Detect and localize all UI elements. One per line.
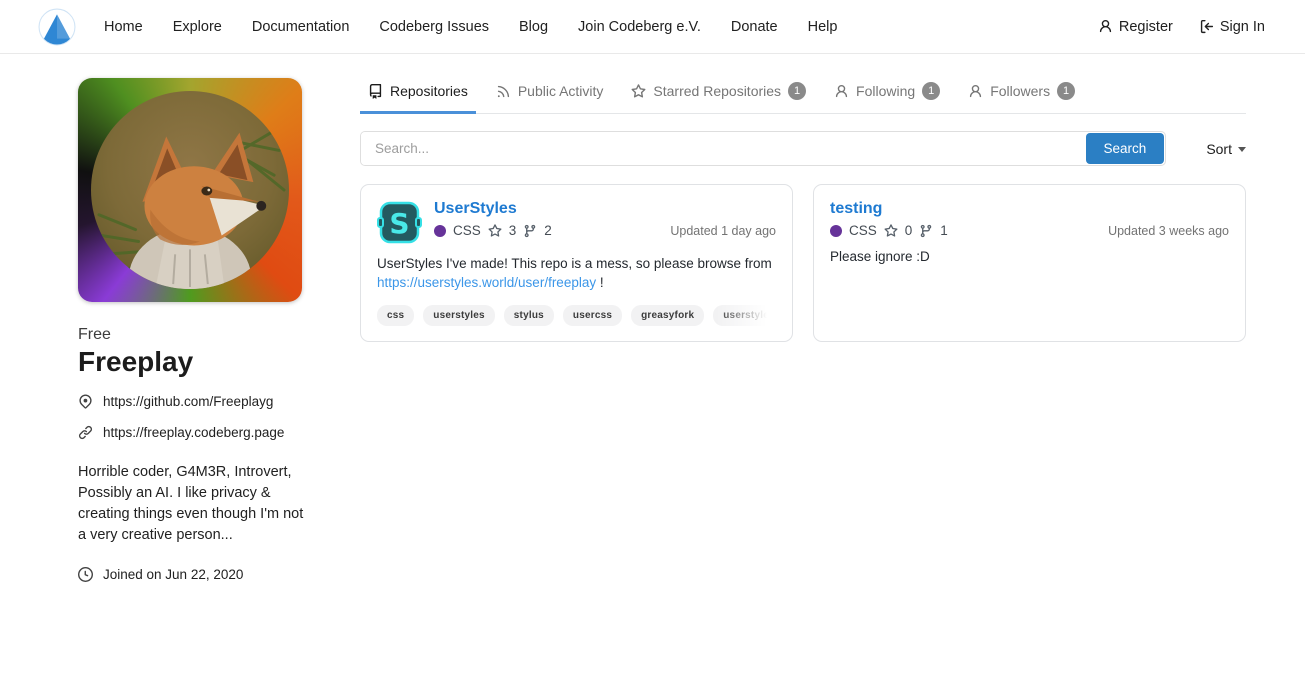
star-count: 3 bbox=[509, 223, 517, 238]
profile-website-row: https://freeplay.codeberg.page bbox=[78, 425, 308, 440]
sign-in-label: Sign In bbox=[1220, 19, 1265, 35]
profile-sidebar: Free Freeplay https://github.com/Freepla… bbox=[78, 54, 308, 582]
link-icon bbox=[78, 425, 93, 440]
tab-repositories[interactable]: Repositories bbox=[360, 70, 476, 114]
language-label: CSS bbox=[453, 223, 481, 238]
fork-count: 2 bbox=[544, 223, 552, 238]
followers-count-badge: 1 bbox=[1057, 82, 1075, 100]
nav-blog[interactable]: Blog bbox=[519, 19, 548, 35]
person-icon bbox=[968, 84, 983, 99]
repo-description-text: UserStyles I've made! This repo is a mes… bbox=[377, 256, 772, 271]
tab-starred-repositories[interactable]: Starred Repositories 1 bbox=[623, 70, 814, 114]
star-count: 0 bbox=[905, 223, 913, 238]
tab-followers-label: Followers bbox=[990, 83, 1050, 99]
profile-joined-row: Joined on Jun 22, 2020 bbox=[78, 567, 308, 582]
following-count-badge: 1 bbox=[922, 82, 940, 100]
clock-icon bbox=[78, 567, 93, 582]
chevron-down-icon bbox=[1238, 147, 1246, 152]
repo-search-row: Search Sort bbox=[360, 131, 1246, 166]
topic-tag[interactable]: css bbox=[377, 305, 414, 326]
sign-in-link[interactable]: Sign In bbox=[1199, 19, 1265, 35]
nav-links: Home Explore Documentation Codeberg Issu… bbox=[104, 19, 1098, 35]
person-icon bbox=[1098, 19, 1113, 34]
tab-repositories-label: Repositories bbox=[390, 83, 468, 99]
profile-location-row: https://github.com/Freeplayg bbox=[78, 394, 308, 409]
topic-tag[interactable]: userstyles bbox=[423, 305, 494, 326]
search-input[interactable] bbox=[361, 132, 1085, 165]
profile-main: Repositories Public Activity Starred Rep… bbox=[360, 54, 1246, 582]
search-input-group: Search bbox=[360, 131, 1166, 166]
nav-donate[interactable]: Donate bbox=[731, 19, 778, 35]
search-button[interactable]: Search bbox=[1086, 133, 1165, 164]
fox-avatar-image bbox=[91, 91, 289, 289]
stylus-logo-avatar[interactable]: S bbox=[377, 200, 422, 245]
nav-home[interactable]: Home bbox=[104, 19, 143, 35]
updated-timestamp: Updated 3 weeks ago bbox=[1108, 224, 1229, 238]
nav-codeberg-issues[interactable]: Codeberg Issues bbox=[379, 19, 489, 35]
updated-timestamp: Updated 1 day ago bbox=[670, 224, 776, 238]
nav-documentation[interactable]: Documentation bbox=[252, 19, 350, 35]
star-icon bbox=[488, 224, 502, 238]
repo-card-testing: testing CSS 0 1 Updated 3 weeks ago bbox=[813, 184, 1246, 342]
profile-display-name: Free bbox=[78, 326, 308, 344]
fork-count: 1 bbox=[940, 223, 948, 238]
tab-following-label: Following bbox=[856, 83, 915, 99]
tab-public-activity-label: Public Activity bbox=[518, 83, 604, 99]
sort-label: Sort bbox=[1206, 141, 1232, 157]
sign-in-icon bbox=[1199, 19, 1214, 34]
profile-website-link[interactable]: https://freeplay.codeberg.page bbox=[103, 425, 284, 440]
tab-following[interactable]: Following 1 bbox=[826, 70, 948, 114]
fork-icon bbox=[919, 224, 933, 238]
repo-name-link[interactable]: testing bbox=[830, 200, 1229, 218]
profile-username: Freeplay bbox=[78, 346, 308, 378]
nav-auth-area: Register Sign In bbox=[1098, 19, 1265, 35]
language-dot bbox=[434, 225, 446, 237]
profile-location-text: https://github.com/Freeplayg bbox=[103, 394, 273, 409]
repo-list: S UserStyles CSS 3 2 Upd bbox=[360, 184, 1246, 342]
rss-icon bbox=[496, 84, 511, 99]
repo-description: UserStyles I've made! This repo is a mes… bbox=[377, 255, 776, 292]
nav-explore[interactable]: Explore bbox=[173, 19, 222, 35]
topic-list: css userstyles stylus usercss greasyfork… bbox=[377, 305, 776, 326]
fork-icon bbox=[523, 224, 537, 238]
repo-name-link[interactable]: UserStyles bbox=[434, 200, 776, 218]
nav-help[interactable]: Help bbox=[808, 19, 838, 35]
repo-card-userstyles: S UserStyles CSS 3 2 Upd bbox=[360, 184, 793, 342]
topic-tag[interactable]: stylus bbox=[504, 305, 554, 326]
tab-followers[interactable]: Followers 1 bbox=[960, 70, 1083, 114]
person-icon bbox=[834, 84, 849, 99]
tab-public-activity[interactable]: Public Activity bbox=[488, 70, 612, 114]
register-link[interactable]: Register bbox=[1098, 19, 1173, 35]
codeberg-logo[interactable] bbox=[38, 8, 76, 46]
language-dot bbox=[830, 225, 842, 237]
repo-icon bbox=[368, 84, 383, 99]
topic-tag[interactable]: greasyfork bbox=[631, 305, 704, 326]
profile-tabs: Repositories Public Activity Starred Rep… bbox=[360, 70, 1246, 114]
star-icon bbox=[631, 84, 646, 99]
repo-description-suffix: ! bbox=[596, 275, 604, 290]
sort-dropdown[interactable]: Sort bbox=[1206, 141, 1246, 157]
svg-text:S: S bbox=[389, 207, 409, 240]
tab-starred-label: Starred Repositories bbox=[653, 83, 781, 99]
profile-bio: Horrible coder, G4M3R, Introvert, Possib… bbox=[78, 462, 308, 547]
location-pin-icon bbox=[78, 394, 93, 409]
star-icon bbox=[884, 224, 898, 238]
starred-count-badge: 1 bbox=[788, 82, 806, 100]
language-label: CSS bbox=[849, 223, 877, 238]
topic-tag[interactable]: userstyle bbox=[713, 305, 776, 326]
register-label: Register bbox=[1119, 19, 1173, 35]
nav-join-codeberg[interactable]: Join Codeberg e.V. bbox=[578, 19, 701, 35]
user-avatar[interactable] bbox=[78, 78, 302, 302]
repo-description: Please ignore :D bbox=[830, 248, 1229, 267]
topic-tag[interactable]: usercss bbox=[563, 305, 622, 326]
top-navbar: Home Explore Documentation Codeberg Issu… bbox=[0, 0, 1305, 54]
profile-joined-text: Joined on Jun 22, 2020 bbox=[103, 567, 243, 582]
description-link[interactable]: https://userstyles.world/user/freeplay bbox=[377, 275, 596, 290]
